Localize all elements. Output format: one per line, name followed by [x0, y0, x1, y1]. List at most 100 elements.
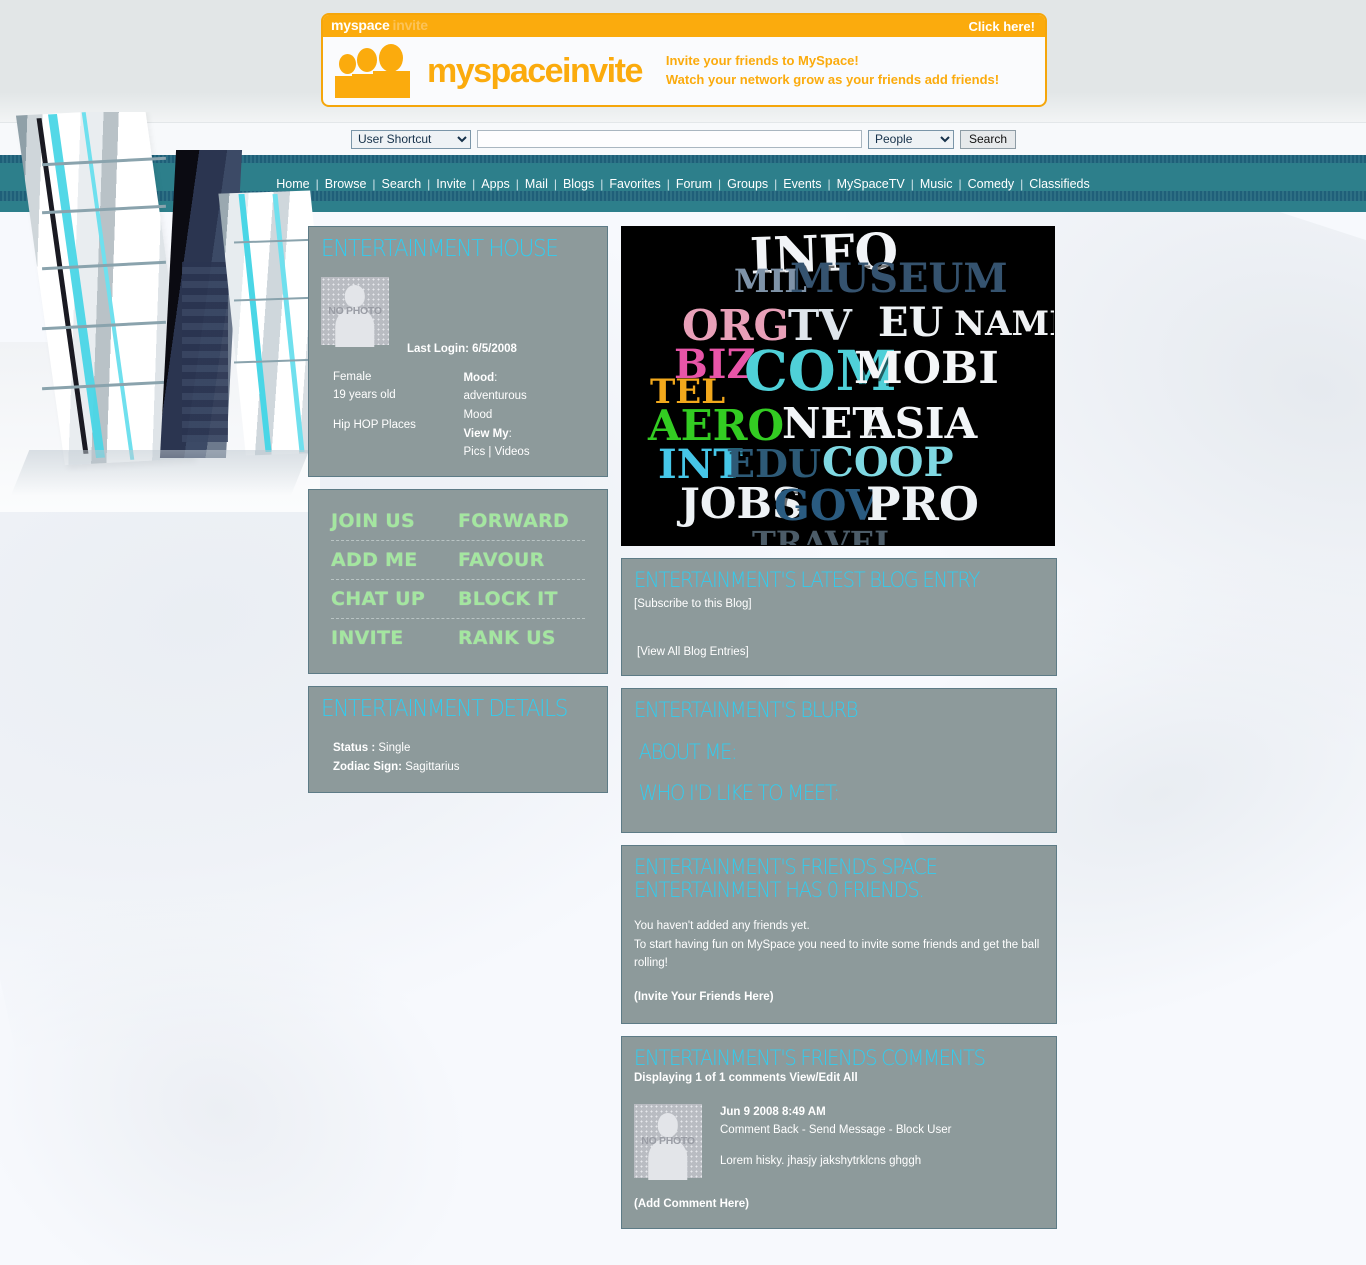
contact-link-favour[interactable]: FAVOUR [458, 541, 585, 579]
view-edit-all-link[interactable]: View/Edit All [789, 1072, 857, 1084]
nav-item-groups[interactable]: Groups [721, 177, 774, 191]
view-links-separator: | [488, 446, 492, 459]
domain-word-name: NAME [954, 304, 1054, 344]
click-here-link[interactable]: Click here! [969, 19, 1035, 34]
nav-item-apps[interactable]: Apps [475, 177, 516, 191]
comment-item: NO PHOTO Jun 9 2008 8:49 AM Comment Back -… [634, 1104, 1044, 1181]
subscribe-blog-link[interactable]: [Subscribe to this Blog] [634, 595, 1044, 613]
friends-title-line-2: ENTERTAINMENT HAS 0 FRIENDS. [634, 878, 925, 903]
contact-link-block-it[interactable]: BLOCK IT [458, 580, 585, 618]
comments-count-row: Displaying 1 of 1 comments View/Edit All [634, 1072, 1044, 1084]
mood-value: adventurous [463, 390, 527, 403]
friends-empty-text: You haven't added any friends yet. To st… [634, 917, 1044, 973]
comments-title: ENTERTAINMENT'S FRIENDS COMMENTS [634, 1045, 986, 1070]
search-button[interactable]: Search [960, 129, 1017, 149]
nav-item-search[interactable]: Search [376, 177, 428, 191]
invite-friends-link[interactable]: (Invite Your Friends Here) [634, 991, 1044, 1003]
blog-entry-panel: ENTERTAINMENT'S LATEST BLOG ENTRY [Subsc… [621, 558, 1057, 677]
friends-empty-line-1: You haven't added any friends yet. [634, 919, 810, 932]
status-row: Status : Single [321, 739, 595, 759]
friends-empty-line-2: To start having fun on MySpace you need … [634, 938, 1040, 951]
nav-item-mail[interactable]: Mail [519, 177, 554, 191]
profile-photo-row: NO PHOTO Last Login: 6/5/2008 [321, 276, 595, 355]
friends-comments-panel: ENTERTAINMENT'S FRIENDS COMMENTS Display… [621, 1035, 1057, 1230]
banner-brand-invite: invite [392, 17, 429, 33]
contact-link-add-me[interactable]: ADD ME [331, 541, 458, 579]
nav-item-browse[interactable]: Browse [319, 177, 373, 191]
people-group-icon [335, 44, 423, 98]
view-all-blog-entries-link[interactable]: [View All Blog Entries] [634, 643, 1044, 661]
nav-item-invite[interactable]: Invite [430, 177, 472, 191]
nav-links: Home | Browse | Search | Invite | Apps | Mail | Blog… [0, 155, 1366, 212]
logo-text-part2: invite [562, 51, 643, 90]
about-me-heading: ABOUT ME: [638, 739, 738, 764]
contact-row: JOIN US FORWARD [331, 502, 585, 540]
comment-actions: Comment Back - Send Message - Block User [720, 1122, 951, 1139]
profile-detail-columns: Female 19 years old Hip HOP Places Mood:… [321, 369, 595, 462]
view-my-links: Pics | Videos [463, 443, 595, 462]
contact-link-join-us[interactable]: JOIN US [331, 502, 458, 540]
contact-link-forward[interactable]: FORWARD [458, 502, 585, 540]
contact-link-chat-up[interactable]: CHAT UP [331, 580, 458, 618]
send-message-link[interactable]: Send Message [809, 1124, 886, 1136]
comment-avatar[interactable]: NO PHOTO [634, 1104, 702, 1181]
contact-row: ADD ME FAVOUR [331, 541, 585, 579]
last-login-text: Last Login: 6/5/2008 [407, 342, 517, 355]
contact-links-grid: JOIN US FORWARD ADD ME FAVOUR CHAT UP BLOCK I… [309, 490, 607, 673]
add-comment-link[interactable]: (Add Comment Here) [634, 1198, 1044, 1210]
status-value: Single [378, 741, 411, 754]
block-user-link[interactable]: Block User [896, 1124, 952, 1136]
domain-word-travel: TRAVEL [752, 524, 897, 546]
nav-item-comedy[interactable]: Comedy [962, 177, 1021, 191]
profile-age: 19 years old [333, 388, 396, 401]
view-my-row: View My: [463, 425, 595, 444]
banner-logo-text: myspaceinvite [427, 51, 643, 91]
contact-link-rank-us[interactable]: RANK US [458, 619, 585, 657]
page-root: myspaceinvite Click here! myspaceinvite [0, 0, 1366, 1265]
nav-item-favorites[interactable]: Favorites [603, 177, 666, 191]
view-videos-link[interactable]: Videos [495, 446, 530, 458]
blurb-title: ENTERTAINMENT'S BLURB [634, 698, 859, 723]
details-panel-body: ENTERTAINMENT DETAILS Status : Single Zo… [309, 687, 607, 792]
left-column: ENTERTAINMENT HOUSE NO PHOTO Last Login:… [308, 226, 608, 805]
nav-item-home[interactable]: Home [270, 177, 315, 191]
nav-item-events[interactable]: Events [777, 177, 827, 191]
comment-back-link[interactable]: Comment Back [720, 1124, 799, 1136]
page-title: ENTERTAINMENT HOUSE [321, 236, 559, 262]
mood-row: Mood: [463, 369, 595, 388]
status-label: Status : [333, 741, 376, 754]
blurb-panel-body: ENTERTAINMENT'S BLURB ABOUT ME: WHO I'D … [622, 689, 1056, 832]
comment-date: Jun 9 2008 8:49 AM [720, 1106, 826, 1119]
nav-item-forum[interactable]: Forum [670, 177, 718, 191]
myspaceinvite-ad-banner[interactable]: myspaceinvite Click here! myspaceinvite [321, 13, 1047, 107]
profile-basic-info: Female 19 years old Hip HOP Places [321, 369, 463, 462]
search-category-select[interactable]: People [868, 129, 954, 149]
blurb-panel: ENTERTAINMENT'S BLURB ABOUT ME: WHO I'D … [621, 688, 1057, 833]
avatar-silhouette-head [344, 284, 366, 307]
nav-item-blogs[interactable]: Blogs [557, 177, 600, 191]
user-shortcut-select[interactable]: User Shortcut [351, 129, 471, 149]
right-column: INFOMILMUSEUMORGTVEUNAMEBIZCOMMOBITELAER… [621, 226, 1057, 1241]
comment-meta: Jun 9 2008 8:49 AM Comment Back - Send Me… [720, 1104, 951, 1178]
nav-item-myspacetv[interactable]: MySpaceTV [831, 177, 911, 191]
profile-mood-info: Mood: adventurous Mood View My: Pics | V… [463, 369, 595, 462]
nav-item-classifieds[interactable]: Classifieds [1023, 177, 1095, 191]
tagline-line-2: Watch your network grow as your friends … [665, 72, 1000, 87]
contact-row: CHAT UP BLOCK IT [331, 580, 585, 618]
avatar-no-photo-label: NO PHOTO [328, 304, 382, 317]
search-input[interactable] [477, 130, 862, 148]
view-pics-link[interactable]: Pics [463, 446, 485, 458]
nav-item-music[interactable]: Music [914, 177, 959, 191]
background-swoosh [0, 807, 546, 1265]
domain-words-image: INFOMILMUSEUMORGTVEUNAMEBIZCOMMOBITELAER… [621, 226, 1055, 546]
contact-link-invite[interactable]: INVITE [331, 619, 458, 657]
avatar[interactable]: NO PHOTO [321, 276, 389, 347]
comments-panel-body: ENTERTAINMENT'S FRIENDS COMMENTS Display… [622, 1037, 1056, 1229]
friends-space-panel: ENTERTAINMENT'S FRIENDS SPACE ENTERTAINM… [621, 844, 1057, 1024]
tagline-line-1: Invite your friends to MySpace! [665, 53, 859, 69]
comment-list: NO PHOTO Jun 9 2008 8:49 AM Comment Back -… [634, 1104, 1044, 1181]
view-my-label: View My [463, 427, 509, 440]
profile-panel-body: ENTERTAINMENT HOUSE NO PHOTO Last Login:… [309, 227, 607, 476]
banner-header-bar: myspace invite Click here! [323, 15, 1045, 37]
banner-brand-myspace: myspace [331, 17, 390, 33]
